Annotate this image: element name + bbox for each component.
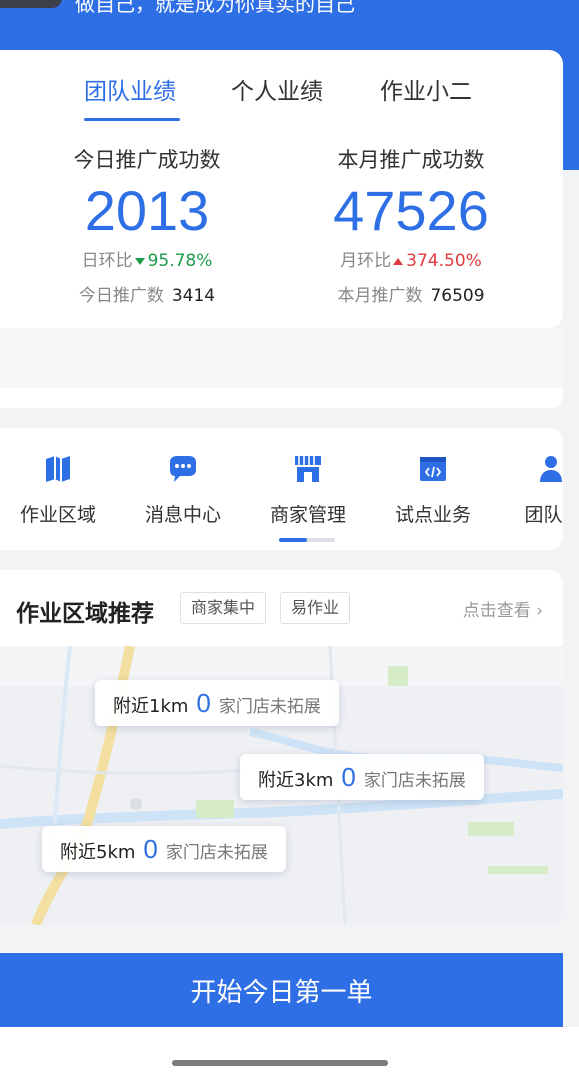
month-success-label: 本月推广成功数 — [337, 148, 485, 172]
month-total-label: 本月推广数 — [337, 286, 423, 306]
pill-distance: 附近5km — [60, 842, 136, 863]
tab-operator[interactable]: 作业小二 — [380, 72, 472, 106]
pill-note: 家门店未拓展 — [218, 697, 321, 717]
month-ratio-value: 374.50% — [406, 251, 482, 271]
nearby-1km-pill[interactable]: 附近1km 0 家门店未拓展 — [95, 680, 339, 726]
storefront-icon — [295, 456, 321, 482]
month-success-value: 47526 — [333, 179, 489, 242]
today-total-value: 3414 — [171, 286, 216, 306]
performance-card: 团队业绩 个人业绩 作业小二 今日推广成功数 2013 日环比 95.78% 今日… — [0, 50, 563, 328]
today-ratio: 日环比 95.78% — [22, 246, 272, 271]
month-stats: 本月推广成功数 47526 月环比 374.50% 本月推广数 76509 — [286, 144, 536, 306]
map-book-icon — [46, 456, 70, 482]
spacer-panel-bottom — [0, 388, 563, 408]
nearby-5km-pill[interactable]: 附近5km 0 家门店未拓展 — [42, 826, 286, 872]
month-ratio-label: 月环比 — [340, 251, 392, 271]
today-success-value: 2013 — [84, 179, 210, 242]
month-total-value: 76509 — [430, 286, 485, 306]
arrow-down-icon — [134, 257, 145, 265]
quick-menu: 作业区域 消息中心 商家管理 试点业务 团队管 — [0, 428, 563, 550]
pill-distance: 附近3km — [258, 770, 334, 791]
bottom-safe-area — [0, 1027, 579, 1080]
menu-item-merchant-management[interactable]: 商家管理 — [253, 452, 363, 527]
pill-note: 家门店未拓展 — [165, 843, 268, 863]
view-details-label: 点击查看 — [462, 601, 531, 621]
pill-count: 0 — [341, 762, 356, 792]
section-title: 作业区域推荐 — [16, 601, 154, 627]
pill-count: 0 — [196, 688, 211, 718]
pill-distance: 附近1km — [113, 696, 189, 717]
tag-easy-work: 易作业 — [280, 592, 351, 624]
menu-scrollbar[interactable] — [279, 538, 335, 542]
menu-item-pilot-business[interactable]: 试点业务 — [378, 452, 488, 527]
menu-label-pilot-business: 试点业务 — [394, 504, 471, 526]
start-first-order-button[interactable]: 开始今日第一单 — [0, 953, 563, 1027]
arrow-up-icon — [393, 257, 404, 265]
today-ratio-label: 日环比 — [81, 251, 133, 271]
header-slogan: 做自己，就是成为你真实的自己 — [75, 0, 355, 16]
chat-bubble-icon — [170, 456, 196, 482]
menu-item-message-center[interactable]: 消息中心 — [128, 452, 238, 527]
pill-note: 家门店未拓展 — [363, 771, 466, 791]
menu-label-work-area: 作业区域 — [19, 504, 96, 526]
today-total: 今日推广数 3414 — [22, 281, 272, 306]
today-stats: 今日推广成功数 2013 日环比 95.78% 今日推广数 3414 — [22, 144, 272, 306]
menu-label-message-center: 消息中心 — [144, 504, 221, 526]
today-success-label: 今日推广成功数 — [73, 148, 221, 172]
view-details-link[interactable]: 点击查看 › — [463, 596, 543, 621]
code-window-icon — [420, 457, 446, 481]
pill-count: 0 — [143, 834, 158, 864]
menu-scrollbar-thumb[interactable] — [279, 538, 307, 542]
team-icon — [540, 456, 562, 482]
tab-personal-performance[interactable]: 个人业绩 — [231, 72, 323, 106]
menu-label-team: 团队管 — [524, 504, 563, 526]
nearby-3km-pill[interactable]: 附近3km 0 家门店未拓展 — [240, 754, 484, 800]
tab-team-performance[interactable]: 团队业绩 — [84, 72, 176, 106]
chevron-right-icon: › — [536, 601, 543, 621]
home-indicator[interactable] — [172, 1060, 388, 1066]
active-tab-indicator — [84, 118, 180, 121]
today-ratio-value: 95.78% — [147, 251, 213, 271]
month-ratio: 月环比 374.50% — [286, 246, 536, 271]
menu-item-work-area[interactable]: 作业区域 — [3, 452, 113, 527]
performance-tabs: 团队业绩 个人业绩 作业小二 — [0, 72, 563, 128]
tag-merchant-dense: 商家集中 — [180, 592, 267, 624]
avatar[interactable] — [0, 0, 62, 8]
menu-item-team[interactable]: 团队管 — [498, 452, 563, 527]
month-total: 本月推广数 76509 — [286, 281, 536, 306]
menu-label-merchant-management: 商家管理 — [269, 504, 346, 526]
today-total-label: 今日推广数 — [78, 286, 164, 306]
